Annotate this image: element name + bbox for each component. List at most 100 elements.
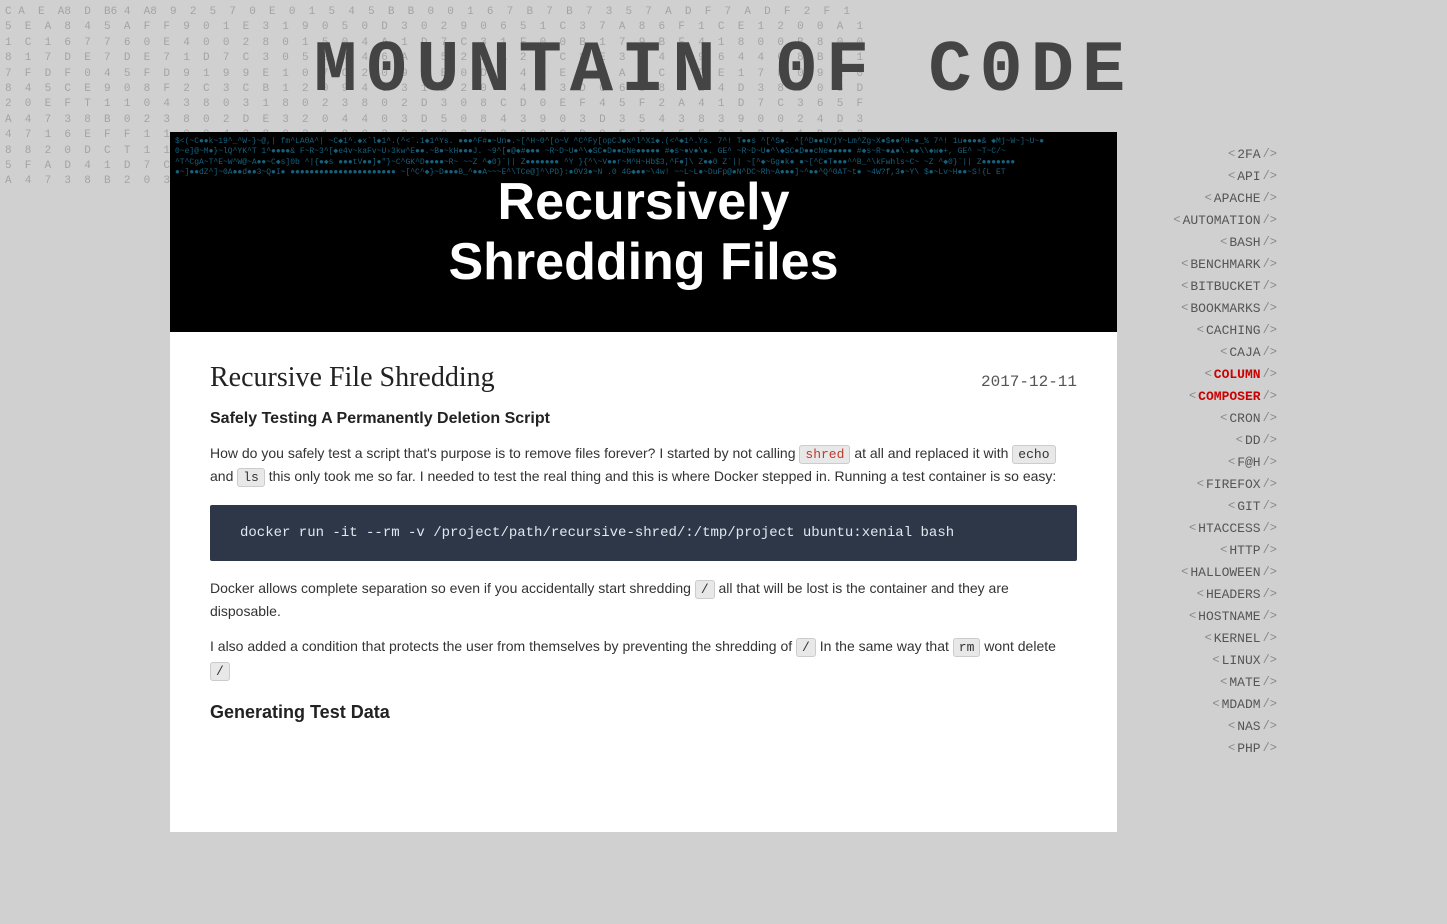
bracket-right: /> <box>1263 609 1277 623</box>
sidebar-item-label: HALLOWEEN <box>1190 565 1260 580</box>
sidebar-item-mdadm[interactable]: < MDADM /> <box>1212 697 1277 712</box>
bracket-right: /> <box>1263 147 1277 161</box>
article-body: Recursive File Shredding 2017-12-11 Safe… <box>170 332 1117 761</box>
bracket-left: < <box>1220 345 1227 359</box>
bracket-right: /> <box>1263 257 1277 271</box>
para3-text1: I also added a condition that protects t… <box>210 638 792 654</box>
bracket-right: /> <box>1263 191 1277 205</box>
sidebar-item-label: 2FA <box>1237 147 1260 162</box>
site-header: M0UNTAIN 0F C0DE <box>0 0 1447 132</box>
sidebar-item-label: GIT <box>1237 499 1260 514</box>
bracket-right: /> <box>1263 367 1277 381</box>
bracket-left: < <box>1205 191 1212 205</box>
bracket-left: < <box>1228 719 1235 733</box>
sidebar-item-label: BASH <box>1229 235 1260 250</box>
bracket-left: < <box>1220 235 1227 249</box>
bracket-right: /> <box>1263 411 1277 425</box>
bracket-right: /> <box>1263 741 1277 755</box>
sidebar-item-label: HOSTNAME <box>1198 609 1260 624</box>
sidebar-item-halloween[interactable]: < HALLOWEEN /> <box>1181 565 1277 580</box>
bracket-left: < <box>1181 565 1188 579</box>
sidebar-item-fath[interactable]: < F@H /> <box>1228 455 1277 470</box>
code-block-docker: docker run -it --rm -v /project/path/rec… <box>210 505 1077 561</box>
sidebar-item-bash[interactable]: < BASH /> <box>1220 235 1277 250</box>
sidebar-item-apache[interactable]: < APACHE /> <box>1205 191 1277 206</box>
sidebar-item-headers[interactable]: < HEADERS /> <box>1197 587 1277 602</box>
sidebar-item-benchmark[interactable]: < BENCHMARK /> <box>1181 257 1277 272</box>
bracket-left: < <box>1181 257 1188 271</box>
sidebar-item-bookmarks[interactable]: < BOOKMARKS /> <box>1181 301 1277 316</box>
hero-image: $<(~C●●k~19^_^W-}~@,| fm^LAθA^| ~C◆1^.◆x… <box>170 132 1117 332</box>
content-area: $<(~C●●k~19^_^W-}~@,| fm^LAθA^| ~C◆1^.◆x… <box>170 132 1277 832</box>
sidebar-nav: < 2FA />< API />< APACHE />< AUTOMATION … <box>1117 132 1277 832</box>
sidebar-item-linux[interactable]: < LINUX /> <box>1212 653 1277 668</box>
sidebar-item-label: FIREFOX <box>1206 477 1261 492</box>
page-wrapper: M0UNTAIN 0F C0DE $<(~C●●k~19^_^W-}~@,| f… <box>0 0 1447 832</box>
bracket-left: < <box>1228 147 1235 161</box>
sidebar-item-http[interactable]: < HTTP /> <box>1220 543 1277 558</box>
bracket-right: /> <box>1263 169 1277 183</box>
bracket-left: < <box>1212 697 1219 711</box>
hero-line2: Shredding Files <box>448 232 838 292</box>
bracket-right: /> <box>1263 345 1277 359</box>
bracket-left: < <box>1205 367 1212 381</box>
bracket-right: /> <box>1263 653 1277 667</box>
sidebar-item-mate[interactable]: < MATE /> <box>1220 675 1277 690</box>
bracket-right: /> <box>1263 323 1277 337</box>
code-rm: rm <box>953 638 981 657</box>
bracket-left: < <box>1205 631 1212 645</box>
sidebar-item-php[interactable]: < PHP /> <box>1228 741 1277 756</box>
sidebar-item-hostname[interactable]: < HOSTNAME /> <box>1189 609 1277 624</box>
sidebar-item-label: MDADM <box>1222 697 1261 712</box>
sidebar-item-label: CACHING <box>1206 323 1261 338</box>
bracket-right: /> <box>1263 433 1277 447</box>
sidebar-item-cron[interactable]: < CRON /> <box>1220 411 1277 426</box>
sidebar-item-label: API <box>1237 169 1260 184</box>
sidebar-item-firefox[interactable]: < FIREFOX /> <box>1197 477 1277 492</box>
bracket-left: < <box>1173 213 1180 227</box>
sidebar-item-caching[interactable]: < CACHING /> <box>1197 323 1277 338</box>
bracket-left: < <box>1197 477 1204 491</box>
bracket-right: /> <box>1263 499 1277 513</box>
sidebar-item-composer[interactable]: < COMPOSER /> <box>1189 389 1277 404</box>
sidebar-item-bitbucket[interactable]: < BITBUCKET /> <box>1181 279 1277 294</box>
hero-title: Recursively Shredding Files <box>448 172 838 292</box>
sidebar-item-label: LINUX <box>1222 653 1261 668</box>
sidebar-item-kernel[interactable]: < KERNEL /> <box>1205 631 1277 646</box>
article-paragraph-1: How do you safely test a script that's p… <box>210 442 1077 489</box>
bracket-left: < <box>1228 741 1235 755</box>
bracket-right: /> <box>1263 521 1277 535</box>
para3-text2: In the same way that <box>820 638 949 654</box>
sidebar-item-label: NAS <box>1237 719 1260 734</box>
sidebar-item-label: CAJA <box>1229 345 1260 360</box>
sidebar-item-nas[interactable]: < NAS /> <box>1228 719 1277 734</box>
sidebar-item-automation[interactable]: < AUTOMATION /> <box>1173 213 1277 228</box>
sidebar-item-htaccess[interactable]: < HTACCESS /> <box>1189 521 1277 536</box>
bracket-left: < <box>1236 433 1243 447</box>
code-slash1: / <box>695 580 715 599</box>
bracket-right: /> <box>1263 675 1277 689</box>
sidebar-item-2fa[interactable]: < 2FA /> <box>1228 147 1277 162</box>
bracket-left: < <box>1228 169 1235 183</box>
bracket-left: < <box>1189 609 1196 623</box>
sidebar-item-label: KERNEL <box>1214 631 1261 646</box>
article-subtitle: Safely Testing A Permanently Deletion Sc… <box>210 410 1077 428</box>
sidebar-item-label: MATE <box>1229 675 1260 690</box>
sidebar-item-caja[interactable]: < CAJA /> <box>1220 345 1277 360</box>
sidebar-item-api[interactable]: < API /> <box>1228 169 1277 184</box>
sidebar-nav-list: < 2FA />< API />< APACHE />< AUTOMATION … <box>1117 142 1277 758</box>
bracket-right: /> <box>1263 455 1277 469</box>
sidebar-item-label: AUTOMATION <box>1183 213 1261 228</box>
bracket-right: /> <box>1263 213 1277 227</box>
sidebar-item-git[interactable]: < GIT /> <box>1228 499 1277 514</box>
bracket-left: < <box>1189 389 1196 403</box>
sidebar-item-column[interactable]: < COLUMN /> <box>1205 367 1277 382</box>
bracket-right: /> <box>1263 477 1277 491</box>
bracket-right: /> <box>1263 389 1277 403</box>
sidebar-item-dd[interactable]: < DD /> <box>1236 433 1277 448</box>
bracket-left: < <box>1212 653 1219 667</box>
sidebar-item-label: HTTP <box>1229 543 1260 558</box>
sidebar-item-label: APACHE <box>1214 191 1261 206</box>
sidebar-item-label: BITBUCKET <box>1190 279 1260 294</box>
bracket-right: /> <box>1263 719 1277 733</box>
